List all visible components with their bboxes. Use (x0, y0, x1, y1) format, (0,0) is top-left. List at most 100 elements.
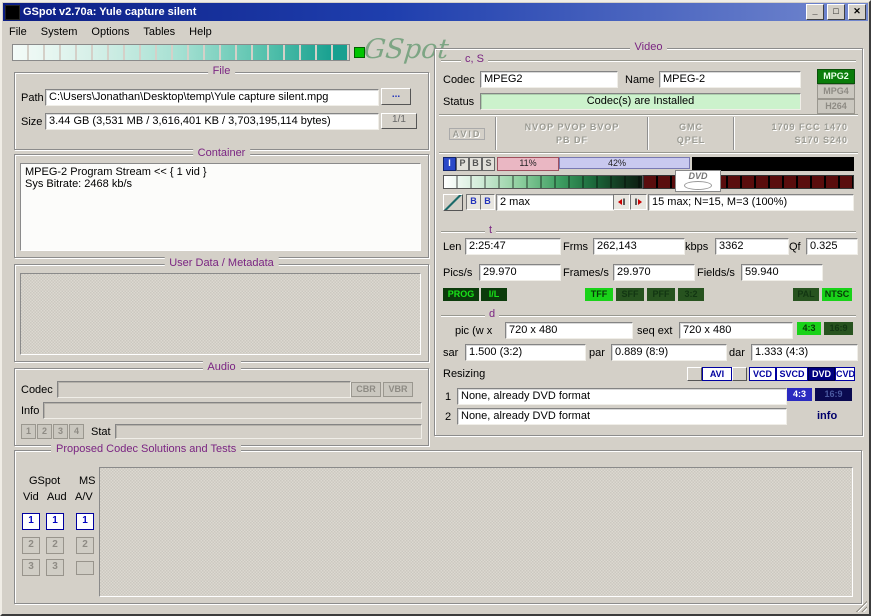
fieldsps-field[interactable]: 59.940 (741, 264, 823, 281)
codec-section-label: c, S (461, 53, 488, 65)
title-bar[interactable]: GSpot v2.70a: Yule capture silent _ □ ✕ (3, 3, 868, 21)
file-nav-button[interactable]: 1/1 (381, 113, 417, 129)
container-groupbox: Container MPEG-2 Program Stream << { 1 v… (14, 147, 429, 258)
size-field[interactable]: 3.44 GB (3,531 MB / 3,616,401 KB / 3,703… (45, 113, 379, 130)
tff-indicator: TFF (585, 288, 613, 301)
close-button[interactable]: ✕ (848, 4, 866, 20)
resizing-label: Resizing (443, 368, 486, 380)
audio-slot-4: 4 (69, 424, 84, 439)
framesps-field[interactable]: 29.970 (613, 264, 695, 281)
browse-button[interactable]: ... (381, 88, 411, 105)
gop-length-field[interactable]: 15 max; N=15, M=3 (100%) (648, 194, 854, 211)
path-field[interactable]: C:\Users\Jonathan\Desktop\temp\Yule capt… (45, 89, 379, 106)
avi-format-button[interactable]: AVI (702, 367, 732, 381)
sar-field[interactable]: 1.500 (3:2) (465, 344, 586, 361)
left-arrow-icon (617, 199, 622, 205)
bframes-max-field[interactable]: 2 max (496, 194, 614, 211)
container-bitrate-line: Sys Bitrate: 2468 kb/s (25, 178, 132, 190)
gop-i-letter: I (634, 197, 638, 207)
gspot-vid-test-1[interactable]: 1 (22, 513, 40, 530)
container-group-title: Container (192, 147, 251, 159)
resize-row1-field[interactable]: None, already DVD format (457, 388, 787, 405)
gspot-aud-test-1[interactable]: 1 (46, 513, 64, 530)
interlace-indicator: I/L (481, 288, 507, 301)
pics-field[interactable]: 29.970 (479, 264, 561, 281)
mpg2-badge: MPG2 (817, 69, 855, 84)
bframe-icon-1: B (466, 194, 481, 210)
path-label: Path (21, 92, 44, 104)
kbps-label: kbps (685, 241, 709, 253)
ms-av-blank-slot (76, 561, 94, 575)
menu-tables[interactable]: Tables (143, 24, 183, 40)
userdata-panel (20, 273, 421, 355)
audio-slot-1: 1 (21, 424, 36, 439)
qf-field[interactable]: 0.325 (806, 238, 858, 255)
vop-flags: NVOP PVOP BVOP (524, 122, 620, 132)
time-section-line (441, 231, 856, 232)
gspot-column-label: GSpot (29, 475, 61, 487)
par-label: par (589, 347, 605, 359)
solutions-groupbox: Proposed Codec Solutions and Tests GSpot… (14, 443, 862, 604)
pulldown-indicator: 3:2 (678, 288, 704, 301)
audio-info-label: Info (21, 405, 40, 417)
dvd-video-logo: DVD (675, 170, 721, 192)
menu-options[interactable]: Options (91, 24, 137, 40)
fieldsps-label: Fields/s (697, 267, 735, 279)
len-label: Len (443, 241, 462, 253)
video-codec-label: Codec (443, 74, 475, 86)
sar-label: sar (443, 347, 459, 359)
resize-minus-button[interactable] (732, 367, 747, 381)
dar-field[interactable]: 1.333 (4:3) (751, 344, 858, 361)
bitrate-scan-icon[interactable] (443, 194, 463, 211)
resize-row1-number: 1 (445, 391, 452, 403)
vcd-format-button[interactable]: VCD (749, 367, 776, 381)
frms-field[interactable]: 262,143 (593, 238, 685, 255)
window-icon[interactable] (5, 4, 20, 20)
ms-av-test-1[interactable]: 1 (76, 513, 94, 530)
cbr-indicator: CBR (351, 382, 381, 397)
file-groupbox: File Path C:\Users\Jonathan\Desktop\temp… (14, 65, 429, 150)
pff-indicator: PFF (647, 288, 675, 301)
avid-flag: AVID (448, 127, 486, 140)
pic-size-field[interactable]: 720 x 480 (505, 322, 633, 339)
info-link[interactable]: info (817, 410, 837, 422)
video-name-field[interactable]: MPEG-2 (659, 71, 801, 88)
window-title: GSpot v2.70a: Yule capture silent (23, 6, 197, 18)
kbps-field[interactable]: 3362 (715, 238, 789, 255)
gspot-aud-test-2: 2 (46, 537, 64, 554)
dvd-format-button[interactable]: DVD (808, 367, 835, 381)
flags-top-line (439, 114, 858, 115)
resize-plus-button[interactable] (687, 367, 702, 381)
menu-file[interactable]: File (9, 24, 35, 40)
cvd-format-button[interactable]: CVD (835, 367, 855, 381)
menu-system[interactable]: System (41, 24, 86, 40)
vop-flag-col: NVOP PVOP BVOP PB DF (497, 117, 647, 150)
gspot-vid-test-3: 3 (22, 559, 40, 576)
gop-i-letter: I (622, 197, 626, 207)
file-group-title: File (207, 65, 236, 77)
right-arrow-icon (638, 199, 643, 205)
gop-color-strip-left (443, 175, 643, 189)
seq-ext-field[interactable]: 720 x 480 (679, 322, 793, 339)
dvd-logo-text: DVD (688, 171, 708, 181)
ms-av-test-2: 2 (76, 537, 94, 554)
gop-end-icon: I (630, 194, 647, 210)
svcd-format-button[interactable]: SVCD (776, 367, 808, 381)
menu-help[interactable]: Help (189, 24, 220, 40)
maximize-button[interactable]: □ (827, 4, 845, 20)
len-field[interactable]: 2:25:47 (465, 238, 561, 255)
ntsc-indicator: NTSC (822, 288, 852, 301)
ms-column-label: MS (79, 475, 96, 487)
par-field[interactable]: 0.889 (8:9) (611, 344, 727, 361)
resize-row2-field[interactable]: None, already DVD format (457, 408, 787, 425)
solutions-group-title: Proposed Codec Solutions and Tests (51, 443, 242, 455)
aud-column-label: Aud (47, 491, 67, 503)
framesps-label: Frames/s (563, 267, 609, 279)
video-codec-field[interactable]: MPEG2 (480, 71, 618, 88)
minimize-button[interactable]: _ (806, 4, 824, 20)
userdata-group-title: User Data / Metadata (164, 257, 279, 269)
gop-start-icon: I (613, 194, 630, 210)
codec-flags-row: AVID NVOP PVOP BVOP PB DF GMC QPEL 1709 … (439, 117, 858, 150)
av-column-label: A/V (75, 491, 93, 503)
prog-indicator: PROG (443, 288, 479, 301)
